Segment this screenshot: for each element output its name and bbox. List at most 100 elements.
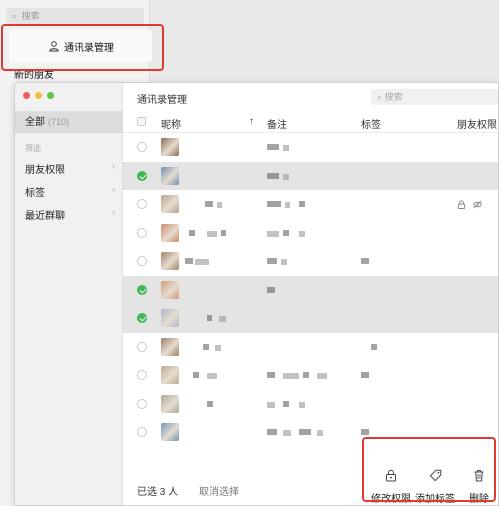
sidebar-item-recent-groups[interactable]: 最近群聊 › [25,207,115,222]
redacted-text [219,316,226,322]
lock-icon [386,469,396,482]
table-row[interactable] [123,161,498,190]
window-title: 通讯录管理 [137,95,187,106]
redacted-text [267,144,279,150]
sidebar-item-label: 朋友权限 [25,165,65,176]
chevron-right-icon: › [112,161,115,171]
row-checkbox[interactable] [137,142,147,152]
sidebar-item-label: 标签 [25,188,45,199]
redacted-text [189,229,195,236]
lock-icon [457,200,466,209]
redacted-text [317,430,323,436]
redacted-text [195,259,209,265]
search-icon: ⌕ [377,92,385,102]
avatar [161,309,179,327]
redacted-text [299,230,305,237]
redacted-text [361,429,369,435]
avatar [161,366,179,384]
edit-permission-button[interactable]: 修改权限 [371,463,411,505]
new-friends-item[interactable]: 新的朋友 [14,66,54,81]
row-checkbox[interactable] [137,227,147,238]
table-row[interactable] [123,133,498,162]
add-tag-button[interactable]: 添加标签 [415,463,455,505]
row-checkbox[interactable] [137,370,147,380]
tag-icon [429,469,441,482]
redacted-text [285,202,290,208]
redacted-text [185,258,193,264]
contacts-manage-button[interactable]: 通讯录管理 [10,30,152,62]
search-icon: ⌕ [12,11,18,21]
chevron-right-icon: › [112,184,115,194]
table-row[interactable] [123,304,498,333]
table-row[interactable] [123,219,498,248]
redacted-text [267,172,279,179]
redacted-text [283,173,289,180]
redacted-text [299,429,311,435]
avatar [161,337,179,356]
zoom-window-button[interactable] [47,92,54,99]
window-controls [23,92,54,99]
row-checkbox[interactable] [137,199,147,209]
table-row[interactable] [123,190,498,219]
table-row[interactable] [123,361,498,390]
table-row[interactable] [123,247,498,276]
row-checkbox-checked[interactable] [137,170,147,181]
contacts-manage-label: 通讯录管理 [64,42,114,54]
sidebar-all-label: 全部 [25,117,45,128]
avatar [161,423,179,441]
sidebar-item-all[interactable]: 全部 (710) [15,111,123,133]
redacted-text [361,372,369,378]
redacted-text [283,400,289,407]
column-friend-permission: 朋友权限 [457,120,497,131]
eye-off-icon [473,200,482,209]
person-icon [49,41,59,52]
redacted-text [267,286,275,293]
redacted-text [207,315,212,321]
redacted-text [267,201,281,207]
row-checkbox-checked[interactable] [137,313,147,323]
redacted-text [203,343,209,350]
redacted-text [217,202,222,208]
row-checkbox[interactable] [137,341,147,352]
contacts-table [123,133,498,447]
minimize-window-button[interactable] [35,92,42,99]
avatar [161,280,179,299]
table-row[interactable] [123,333,498,362]
redacted-text [281,259,287,265]
column-nickname[interactable]: 昵称 [161,116,181,131]
sort-arrow-icon[interactable]: ↑ [249,116,254,127]
select-all-checkbox[interactable] [137,117,146,126]
row-checkbox-checked[interactable] [137,284,147,295]
redacted-text [283,229,289,236]
row-checkbox[interactable] [137,427,147,437]
delete-button[interactable]: 删除 [459,463,498,505]
avatar [161,138,179,156]
redacted-text [361,258,369,264]
background-search-box[interactable]: ⌕ 搜索 [6,8,144,24]
sidebar-item-tags[interactable]: 标签 › [25,184,115,199]
screenshot-stage: ⌕ 搜索 通讯录管理 新的朋友 全部 (710) 筛选 朋友权限 › 标签 › … [0,0,499,506]
sidebar-item-friend-permission[interactable]: 朋友权限 › [25,161,115,176]
bulk-actions: 修改权限 添加标签 删除 [371,463,498,505]
redacted-text [193,372,199,378]
table-row[interactable] [123,275,498,304]
avatar [161,166,179,185]
sidebar-all-count: (710) [48,117,70,127]
redacted-text [267,429,277,435]
row-checkbox[interactable] [137,256,147,266]
close-window-button[interactable] [23,92,30,99]
edit-permission-label: 修改权限 [371,494,411,505]
cancel-selection-button[interactable]: 取消选择 [199,483,239,498]
redacted-text [283,373,299,379]
avatar [161,252,179,270]
table-header: 昵称 ↑ 备注 标签 朋友权限 [123,111,498,133]
redacted-text [283,145,289,151]
row-checkbox[interactable] [137,398,147,409]
table-row[interactable] [123,390,498,419]
selected-count: 已选 3 人 [137,487,179,498]
avatar [161,223,179,242]
main-panel: 通讯录管理 ⌕ 搜索 昵称 ↑ 备注 标签 朋友权限 已选 3 人 取消选择 修… [123,83,498,505]
redacted-text [207,400,213,407]
table-row[interactable] [123,418,498,447]
contacts-search-input[interactable]: ⌕ 搜索 [371,89,498,105]
